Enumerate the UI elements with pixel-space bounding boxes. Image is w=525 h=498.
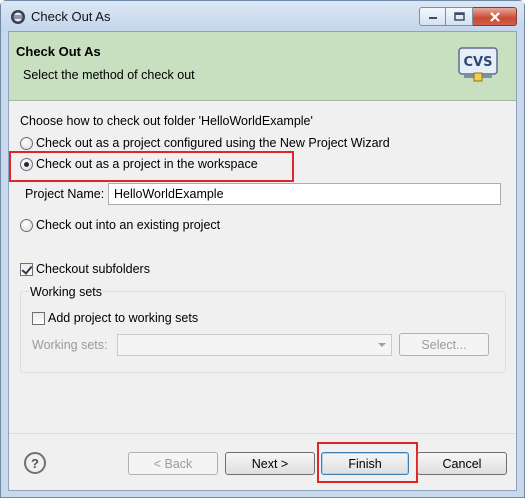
wizard-banner: Check Out As Select the method of check … — [9, 32, 516, 101]
check-out-as-dialog: Check Out As Check Out As Select the met… — [0, 0, 525, 498]
banner-description: Select the method of check out — [23, 68, 195, 82]
checkout-subfolders-label: Checkout subfolders — [36, 262, 150, 276]
add-to-working-sets-label: Add project to working sets — [48, 311, 199, 325]
minimize-button[interactable] — [419, 7, 446, 26]
eclipse-icon — [11, 10, 25, 24]
working-sets-group-title: Working sets — [29, 285, 104, 299]
footer-divider — [9, 433, 516, 434]
select-working-sets-button[interactable]: Select... — [399, 333, 489, 356]
radio-circle — [20, 218, 33, 232]
radio-new-project-wizard-label: Check out as a project configured using … — [36, 136, 390, 150]
close-icon — [489, 11, 500, 22]
next-button[interactable]: Next > — [225, 452, 315, 475]
checkbox-checked — [20, 262, 33, 276]
radio-existing-project-label: Check out into an existing project — [36, 218, 221, 232]
working-sets-combo[interactable] — [117, 334, 392, 356]
question-icon[interactable]: ? — [24, 452, 46, 474]
cvs-icon-text: CVS — [464, 55, 493, 70]
highlight-workspace-option — [9, 151, 294, 182]
banner-title: Check Out As — [16, 44, 101, 59]
cancel-button[interactable]: Cancel — [417, 452, 507, 475]
highlight-finish-button — [317, 442, 418, 483]
title-bar[interactable]: Check Out As — [1, 1, 524, 31]
back-button[interactable]: < Back — [128, 452, 218, 475]
radio-circle — [20, 136, 33, 150]
maximize-button[interactable] — [446, 7, 473, 26]
add-to-working-sets-checkbox[interactable]: Add project to working sets — [32, 311, 198, 325]
radio-existing-project[interactable]: Check out into an existing project — [20, 218, 220, 232]
checkbox-unchecked — [32, 311, 45, 325]
minimize-icon — [428, 16, 437, 19]
close-button[interactable] — [473, 7, 517, 26]
project-name-field[interactable]: HelloWorldExample — [108, 183, 501, 205]
chevron-down-icon — [378, 343, 386, 347]
checkout-subfolders-checkbox[interactable]: Checkout subfolders — [20, 262, 150, 276]
working-sets-label: Working sets: — [32, 338, 108, 352]
checkout-method-heading: Choose how to check out folder 'HelloWor… — [20, 114, 313, 128]
cvs-icon: CVS — [458, 47, 498, 82]
project-name-label: Project Name: — [25, 187, 105, 201]
radio-new-project-wizard[interactable]: Check out as a project configured using … — [20, 136, 390, 150]
maximize-icon — [453, 12, 465, 21]
window-title: Check Out As — [31, 9, 111, 24]
dialog-body: Check Out As Select the method of check … — [8, 31, 517, 491]
working-sets-group — [20, 291, 506, 373]
